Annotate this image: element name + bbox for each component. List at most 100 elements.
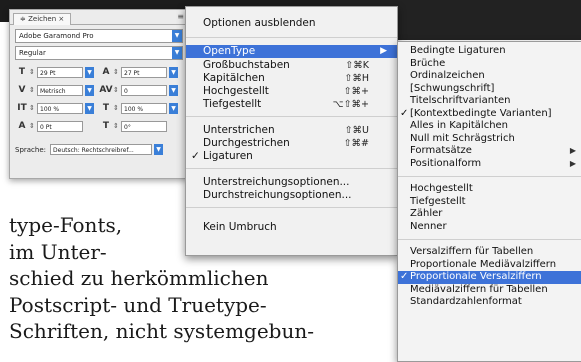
menu-item-label: Unterstrichen (203, 124, 275, 136)
vertical-scale-field[interactable]: 100 % (37, 102, 83, 114)
menu-item-strike-options[interactable]: Durchstreichungsoptionen... (186, 189, 397, 202)
language-label: Sprache: (15, 145, 47, 154)
menu-item-label: Durchgestrichen (203, 137, 290, 149)
submenu-item[interactable]: Alles in Kapitälchen (398, 120, 581, 133)
submenu-divider (398, 176, 581, 177)
stepper-icon[interactable]: ⇕ (29, 68, 37, 76)
submenu-item[interactable]: Mediävalziffern für Tabellen (398, 284, 581, 297)
menu-divider (186, 116, 397, 117)
stepper-icon[interactable]: ⇕ (113, 104, 121, 112)
menu-item-smallcaps[interactable]: Kapitälchen ⇧⌘H (186, 72, 397, 85)
menu-shortcut: ⌥⇧⌘+ (332, 99, 369, 110)
check-icon: ✓ (400, 107, 409, 119)
menu-item-no-break[interactable]: Kein Umbruch (186, 221, 397, 234)
chevron-down-icon[interactable]: ▼ (85, 102, 94, 114)
horizontal-scale-icon: T (102, 103, 110, 113)
chevron-down-icon[interactable]: ▼ (169, 84, 178, 96)
menu-item-underline-options[interactable]: Unterstreichungsoptionen... (186, 176, 397, 189)
stepper-icon[interactable]: ⇕ (113, 122, 121, 130)
check-icon: ✓ (191, 150, 200, 162)
submenu-item[interactable]: Zähler (398, 208, 581, 221)
submenu-item[interactable]: Versalziffern für Tabellen (398, 246, 581, 259)
kerning-icon: V (18, 85, 26, 95)
submenu-item-label: Formatsätze (410, 145, 472, 156)
menu-divider (186, 37, 397, 38)
language-row: Sprache: Deutsch: Rechtschreibref... ▼ (15, 144, 183, 155)
submenu-item[interactable]: [Schwungschrift] (398, 83, 581, 96)
tracking-field[interactable]: 0 (121, 84, 167, 96)
submenu-item[interactable]: Titelschriftvarianten (398, 95, 581, 108)
menu-item-label: Kapitälchen (203, 72, 265, 84)
menu-item-superscript[interactable]: Hochgestellt ⇧⌘+ (186, 85, 397, 98)
submenu-item[interactable]: Brüche (398, 58, 581, 71)
menu-divider (186, 168, 397, 169)
chevron-down-icon[interactable]: ▼ (154, 144, 164, 155)
submenu-item-proportional-versal[interactable]: ✓ Proportionale Versalziffern (398, 271, 581, 284)
stepper-icon[interactable]: ⇕ (29, 122, 37, 130)
skew-field[interactable]: 0° (121, 120, 167, 132)
submenu-arrow-icon: ▶ (380, 46, 387, 56)
menu-shortcut: ⇧⌘U (344, 125, 369, 136)
skew-icon: T (102, 121, 110, 131)
menu-shortcut: ⇧⌘# (343, 138, 369, 149)
menu-item-label: Durchstreichungsoptionen... (203, 189, 352, 201)
submenu-item[interactable]: Tiefgestellt (398, 196, 581, 209)
menu-item-label: Hochgestellt (203, 85, 269, 97)
menu-item-label: OpenType (203, 45, 256, 57)
character-panel: ≑ Zeichen × ≡ Adobe Garamond Pro ▼ Regul… (9, 9, 189, 179)
menu-item-hide-options[interactable]: Optionen ausblenden (186, 17, 397, 30)
menu-item-strikethrough[interactable]: Durchgestrichen ⇧⌘# (186, 137, 397, 150)
font-size-icon: T (18, 67, 26, 77)
leading-field[interactable]: 27 Pt (121, 66, 167, 78)
horizontal-scale-field[interactable]: 100 % (121, 102, 167, 114)
stepper-icon[interactable]: ⇕ (29, 86, 37, 94)
chevron-down-icon[interactable]: ▼ (169, 102, 178, 114)
font-style-select[interactable]: Regular ▼ (15, 46, 183, 60)
tracking-icon: AV (99, 85, 113, 95)
baseline-shift-field[interactable]: 0 Pt (37, 120, 83, 132)
stepper-icon[interactable]: ⇕ (29, 104, 37, 112)
menu-item-opentype[interactable]: OpenType ▶ (186, 45, 397, 58)
panel-body: Adobe Garamond Pro ▼ Regular ▼ T ⇕ 29 Pt… (10, 24, 188, 159)
menu-shortcut: ⇧⌘K (345, 60, 369, 71)
submenu-item[interactable]: Bedingte Ligaturen (398, 45, 581, 58)
chevron-down-icon[interactable]: ▼ (85, 66, 94, 78)
baseline-shift-icon: A (18, 121, 26, 131)
font-family-select[interactable]: Adobe Garamond Pro ▼ (15, 29, 183, 43)
submenu-divider (398, 239, 581, 240)
submenu-item[interactable]: Ordinalzeichen (398, 70, 581, 83)
submenu-item[interactable]: Standardzahlenformat (398, 296, 581, 309)
submenu-item[interactable]: Null mit Schrägstrich (398, 133, 581, 146)
chevron-down-icon[interactable]: ▼ (169, 66, 178, 78)
panel-menu-icon[interactable]: ≡ (177, 12, 184, 21)
leading-icon: A (102, 67, 110, 77)
submenu-item[interactable]: Hochgestellt (398, 183, 581, 196)
chevron-down-icon: ▼ (172, 47, 182, 59)
submenu-item-formatsaetze[interactable]: Formatsätze ▶ (398, 145, 581, 158)
submenu-item[interactable]: Proportionale Mediävalziffern (398, 259, 581, 272)
stepper-icon[interactable]: ⇕ (113, 68, 121, 76)
menu-item-label: Optionen ausblenden (203, 17, 316, 29)
menu-item-label: Unterstreichungsoptionen... (203, 176, 350, 188)
menu-item-subscript[interactable]: Tiefgestellt ⌥⇧⌘+ (186, 98, 397, 111)
kerning-field[interactable]: Metrisch (37, 84, 83, 96)
submenu-item-label: [Kontextbedingte Varianten] (410, 107, 552, 119)
chevron-down-icon: ▼ (172, 30, 182, 42)
menu-item-ligatures[interactable]: ✓ Ligaturen (186, 150, 397, 163)
font-size-field[interactable]: 29 Pt (37, 66, 83, 78)
submenu-item-label: Proportionale Versalziffern (410, 271, 542, 282)
stepper-icon[interactable]: ⇕ (113, 86, 121, 94)
menu-item-underline[interactable]: Unterstrichen ⇧⌘U (186, 124, 397, 137)
language-select[interactable]: Deutsch: Rechtschreibref... (50, 144, 153, 155)
body-line: Postscript- und Truetype- (9, 292, 267, 317)
chevron-down-icon[interactable]: ▼ (85, 84, 94, 96)
submenu-arrow-icon: ▶ (569, 146, 576, 155)
menu-item-caps[interactable]: Großbuchstaben ⇧⌘K (186, 59, 397, 72)
menu-shortcut: ⇧⌘+ (343, 86, 369, 97)
menu-item-label: Tiefgestellt (203, 98, 262, 110)
submenu-item[interactable]: Nenner (398, 221, 581, 234)
tab-zeichen[interactable]: ≑ Zeichen × (13, 13, 72, 25)
submenu-item-contextual[interactable]: ✓ [Kontextbedingte Varianten] (398, 108, 581, 121)
menu-divider (186, 207, 397, 208)
submenu-item-positionalform[interactable]: Positionalform ▶ (398, 158, 581, 171)
